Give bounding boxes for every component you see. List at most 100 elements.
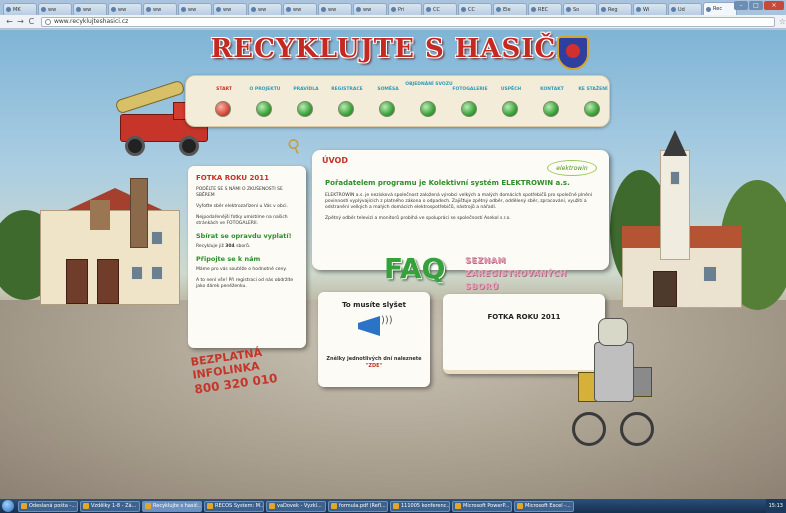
bookmark-star-icon[interactable]: ☆ bbox=[779, 17, 786, 26]
system-tray-clock[interactable]: 15:13 bbox=[765, 499, 786, 513]
taskbar-item[interactable]: RECOS System: M... bbox=[204, 500, 264, 512]
browser-tab[interactable]: Ele bbox=[493, 3, 527, 15]
taskbar-item[interactable]: vaDovek - Vyzkl... bbox=[266, 500, 326, 512]
start-button[interactable] bbox=[2, 500, 14, 512]
browser-tab-label: ww bbox=[83, 6, 92, 13]
browser-tab[interactable]: So bbox=[563, 3, 597, 15]
taskbar-item[interactable]: Microsoft Excel -... bbox=[514, 500, 574, 512]
close-window-button[interactable]: × bbox=[764, 1, 784, 10]
browser-tab-label: CC bbox=[433, 6, 440, 13]
jingles-here-link[interactable]: "ZDE" bbox=[366, 363, 382, 369]
favicon-icon bbox=[391, 7, 396, 12]
app-icon bbox=[207, 503, 213, 509]
taskbar-item[interactable]: 111005 konferenc... bbox=[390, 500, 450, 512]
megaphone-icon[interactable]: ))) bbox=[354, 312, 393, 340]
registered-brigades-link[interactable]: SEZNAM ZAREGISTROVANÝCH SBORŮ bbox=[465, 254, 590, 293]
browser-tab[interactable]: ww bbox=[108, 3, 142, 15]
must-hear-panel: To musíte slyšet ))) Znělky jednotlivých… bbox=[318, 292, 430, 387]
taskbar-item-label: formula.pdf (Refl... bbox=[339, 503, 386, 509]
intro-panel: ÚVOD elektrowin Pořadatelem programu je … bbox=[312, 150, 609, 270]
browser-tab[interactable]: ww bbox=[213, 3, 247, 15]
url-input[interactable]: www.recyklujteshasici.cz bbox=[40, 16, 775, 27]
join-us-text-1: Máme pro vás soutěže o hodnotné ceny. bbox=[196, 267, 287, 272]
app-icon bbox=[393, 503, 399, 509]
browser-tab[interactable]: Rec bbox=[703, 2, 737, 15]
browser-tab[interactable]: Reg bbox=[598, 3, 632, 15]
browser-tab[interactable]: ww bbox=[318, 3, 352, 15]
photo-contest-text-3: Nejpodařenější fotky umístíme na našich … bbox=[196, 215, 288, 226]
app-icon bbox=[455, 503, 461, 509]
favicon-icon bbox=[356, 7, 361, 12]
taskbar-item-label: vaDovek - Vyzkl... bbox=[277, 503, 322, 509]
browser-tab-label: ww bbox=[153, 6, 162, 13]
browser-tab[interactable]: ww bbox=[248, 3, 282, 15]
favicon-icon bbox=[111, 7, 116, 12]
elektrowin-logo[interactable]: elektrowin bbox=[547, 160, 597, 176]
browser-tab[interactable]: ww bbox=[38, 3, 72, 15]
forward-arrow-icon[interactable]: → bbox=[15, 17, 26, 26]
nav-bullet-icon bbox=[379, 101, 395, 117]
favicon-icon bbox=[496, 7, 501, 12]
nav-bullet-icon bbox=[256, 101, 272, 117]
browser-tab-label: Ele bbox=[503, 6, 511, 13]
join-us-heading[interactable]: Připojte se k nám bbox=[196, 255, 298, 263]
browser-tab-label: ww bbox=[328, 6, 337, 13]
favicon-icon bbox=[146, 7, 151, 12]
fire-brigade-shield-icon bbox=[557, 36, 589, 70]
faq-link[interactable]: FAQ bbox=[384, 252, 445, 285]
browser-tab[interactable]: Pri bbox=[388, 3, 422, 15]
browser-tab[interactable]: CC bbox=[423, 3, 457, 15]
nav-item[interactable]: KE STAŽENÍ bbox=[569, 76, 617, 128]
favicon-icon bbox=[601, 7, 606, 12]
photo-contest-text-2: Vyfoťte sběr elektrozařízení u Vás v obc… bbox=[196, 204, 288, 209]
url-text: www.recyklujteshasici.cz bbox=[53, 18, 129, 25]
browser-tab[interactable]: ww bbox=[143, 3, 177, 15]
taskbar-item[interactable]: Recyklujte s hasič... bbox=[142, 500, 202, 512]
browser-tab-label: Rec bbox=[713, 6, 723, 12]
globe-icon bbox=[44, 18, 51, 25]
intro-subheading: Pořadatelem programu je Kolektivní systé… bbox=[325, 179, 570, 187]
fire-station-tower bbox=[130, 178, 148, 248]
browser-tab[interactable]: REC bbox=[528, 3, 562, 15]
taskbar-item[interactable]: Vzdělky 1-8 - Zá... bbox=[80, 500, 140, 512]
browser-tab[interactable]: Wi bbox=[633, 3, 667, 15]
browser-tab-label: ww bbox=[258, 6, 267, 13]
church-spire bbox=[663, 130, 687, 156]
web-page: RECYKLUJTE S HASIČI START O PROJEKTU PRAVI… bbox=[0, 30, 786, 499]
browser-tab-label: Wi bbox=[643, 6, 650, 13]
browser-tab[interactable]: ww bbox=[178, 3, 212, 15]
browser-tab[interactable]: ww bbox=[353, 3, 387, 15]
church-tower bbox=[660, 150, 690, 260]
minimize-button[interactable]: – bbox=[734, 1, 748, 10]
browser-tab[interactable]: Ud bbox=[668, 3, 702, 15]
browser-tab[interactable]: CC bbox=[458, 3, 492, 15]
browser-tab[interactable]: ww bbox=[283, 3, 317, 15]
favicon-icon bbox=[286, 7, 291, 12]
favicon-icon bbox=[636, 7, 641, 12]
browser-tab[interactable]: MK bbox=[3, 3, 37, 15]
bell-hook-icon: ⚲ bbox=[284, 134, 306, 159]
favicon-icon bbox=[566, 7, 571, 12]
maximize-button[interactable]: □ bbox=[749, 1, 763, 10]
intro-paragraph-2: Zpětný odběr televizí a monitorů probíhá… bbox=[325, 216, 511, 221]
nav-bullet-icon bbox=[420, 101, 436, 117]
taskbar-item-label: Recyklujte s hasič... bbox=[153, 503, 202, 509]
taskbar-item[interactable]: formula.pdf (Refl... bbox=[328, 500, 388, 512]
address-bar: ← → C www.recyklujteshasici.cz ☆ bbox=[0, 15, 786, 29]
favicon-icon bbox=[251, 7, 256, 12]
browser-tab-label: ww bbox=[118, 6, 127, 13]
reload-icon[interactable]: C bbox=[26, 17, 37, 26]
fire-station-turret bbox=[90, 200, 110, 230]
photo-contest-title[interactable]: FOTKA ROKU 2011 bbox=[196, 174, 298, 182]
taskbar-item-label: Microsoft PowerP... bbox=[463, 503, 510, 509]
favicon-icon bbox=[216, 7, 221, 12]
nav-bullet-icon bbox=[338, 101, 354, 117]
taskbar-item[interactable]: Odeslaná pošta -... bbox=[18, 500, 78, 512]
browser-tab[interactable]: ww bbox=[73, 3, 107, 15]
photo-contest-text-1: PODĚLTE SE S NÁMI O ZKUŠENOSTI SE SBĚREM bbox=[196, 187, 283, 198]
nav-item-label: KE STAŽENÍ bbox=[578, 87, 608, 92]
taskbar-item[interactable]: Microsoft PowerP... bbox=[452, 500, 512, 512]
site-title: RECYKLUJTE S HASIČI bbox=[210, 34, 570, 64]
browser-tab-label: CC bbox=[468, 6, 475, 13]
back-arrow-icon[interactable]: ← bbox=[4, 17, 15, 26]
